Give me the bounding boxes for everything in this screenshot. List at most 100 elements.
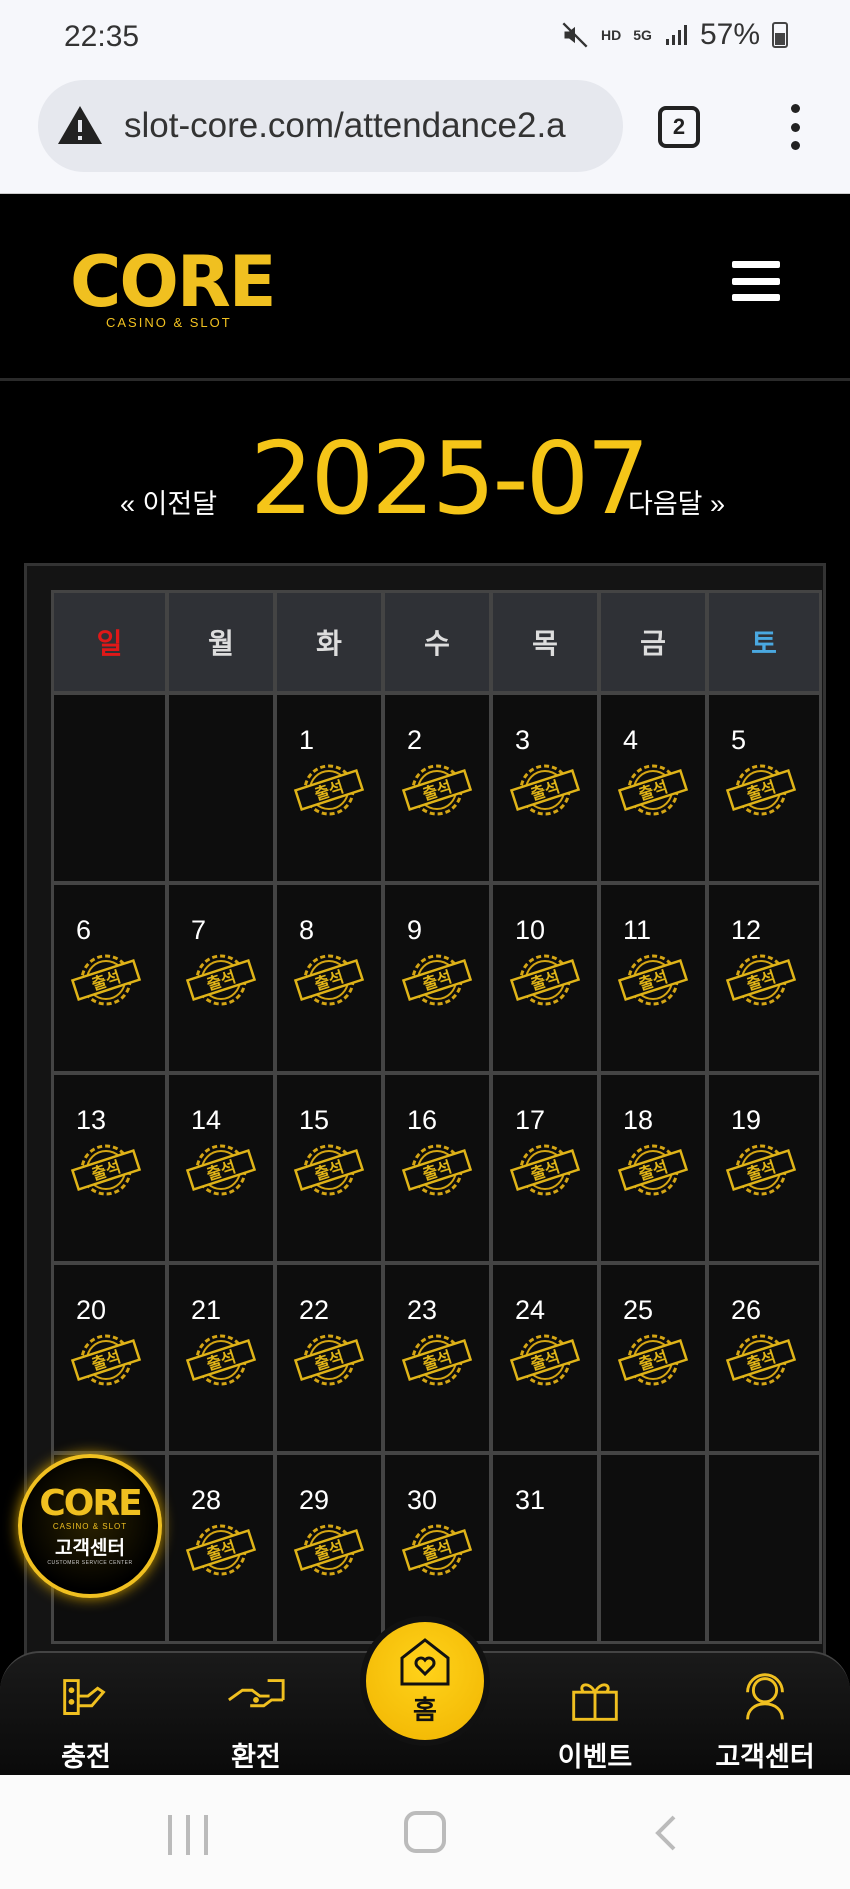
signal-icon <box>665 25 687 45</box>
next-month-link[interactable]: 다음달 » <box>628 482 725 521</box>
calendar-day-cell[interactable]: 15 출석 <box>277 1075 381 1261</box>
weekday-sat: 토 <box>709 593 819 691</box>
system-home-icon[interactable] <box>404 1811 446 1853</box>
stamp-label: 출석 <box>636 967 670 994</box>
attendance-stamp-icon: 출석 <box>399 1329 475 1391</box>
calendar-day-cell[interactable]: 4 출석 <box>601 695 705 881</box>
day-number: 5 <box>731 725 747 755</box>
weekday-tue: 화 <box>277 593 381 691</box>
day-number: 12 <box>731 915 762 945</box>
calendar-empty-cell <box>54 695 165 881</box>
calendar-day-cell[interactable]: 30 출석 <box>385 1455 489 1641</box>
customer-center-badge[interactable]: CORE CASINO & SLOT 고객센터 CUSTOMER SERVICE… <box>18 1454 162 1598</box>
url-text[interactable]: slot-core.com/attendance2.a <box>124 106 566 146</box>
address-bar[interactable]: slot-core.com/attendance2.a <box>38 80 623 172</box>
core-logo[interactable]: CORE CASINO & SLOT <box>70 247 290 330</box>
nav-deposit-label: 충전 <box>61 1742 111 1772</box>
stamp-label: 출석 <box>312 1157 346 1184</box>
recents-icon[interactable] <box>168 1815 208 1855</box>
stamp-label: 출석 <box>204 1347 238 1374</box>
calendar-day-cell[interactable]: 20 출석 <box>54 1265 165 1451</box>
weekday-sun: 일 <box>54 593 165 691</box>
calendar-day-cell[interactable]: 12 출석 <box>709 885 819 1071</box>
calendar-day-cell[interactable]: 19 출석 <box>709 1075 819 1261</box>
day-number: 25 <box>623 1295 654 1325</box>
day-number: 10 <box>515 915 546 945</box>
attendance-stamp-icon: 출석 <box>399 1139 475 1201</box>
calendar-day-cell[interactable]: 13 출석 <box>54 1075 165 1261</box>
calendar-day-cell[interactable]: 11 출석 <box>601 885 705 1071</box>
battery-icon <box>772 22 788 48</box>
headset-icon <box>746 1673 784 1720</box>
stamp-label: 출석 <box>528 777 562 804</box>
calendar-day-cell[interactable]: 3 출석 <box>493 695 597 881</box>
calendar-day-cell[interactable]: 2 출석 <box>385 695 489 881</box>
stamp-label: 출석 <box>89 1157 123 1184</box>
attendance-stamp-icon: 출석 <box>291 1139 367 1201</box>
stamp-label: 출석 <box>420 1347 454 1374</box>
day-number: 24 <box>515 1295 546 1325</box>
attendance-stamp-icon: 출석 <box>723 1329 799 1391</box>
calendar-day-cell[interactable]: 9 출석 <box>385 885 489 1071</box>
attendance-stamp-icon: 출석 <box>291 1329 367 1391</box>
calendar-day-cell[interactable]: 5 출석 <box>709 695 819 881</box>
stamp-label: 출석 <box>89 1347 123 1374</box>
home-button[interactable]: 홈 <box>360 1616 490 1746</box>
day-number: 20 <box>76 1295 107 1325</box>
calendar-day-cell[interactable]: 21 출석 <box>169 1265 273 1451</box>
calendar-day-cell[interactable]: 22 출석 <box>277 1265 381 1451</box>
nav-withdraw-label: 환전 <box>231 1742 281 1772</box>
nav-support[interactable]: 고객센터 <box>705 1667 825 1774</box>
site-header: CORE CASINO & SLOT <box>0 195 850 381</box>
nav-withdraw[interactable]: 환전 <box>196 1667 316 1774</box>
calendar-day-cell[interactable]: 7 출석 <box>169 885 273 1071</box>
battery-percent: 57% <box>699 18 760 51</box>
attendance-stamp-icon: 출석 <box>291 949 367 1011</box>
calendar-day-cell[interactable]: 18 출석 <box>601 1075 705 1261</box>
calendar-day-cell[interactable]: 17 출석 <box>493 1075 597 1261</box>
attendance-stamp-icon: 출석 <box>291 1519 367 1581</box>
attendance-stamp-icon: 출석 <box>291 759 367 821</box>
home-label: 홈 <box>413 1694 437 1725</box>
attendance-stamp-icon: 출석 <box>615 759 691 821</box>
prev-month-link[interactable]: « 이전달 <box>120 482 217 521</box>
day-number: 16 <box>407 1105 438 1135</box>
attendance-stamp-icon: 출석 <box>507 759 583 821</box>
calendar-day-cell[interactable]: 6 출석 <box>54 885 165 1071</box>
tab-switcher-button[interactable]: 2 <box>658 106 700 148</box>
stamp-label: 출석 <box>420 1157 454 1184</box>
day-number: 2 <box>407 725 423 755</box>
back-icon[interactable] <box>650 1813 680 1853</box>
attendance-stamp-icon: 출석 <box>183 1519 259 1581</box>
calendar-day-cell[interactable]: 25 출석 <box>601 1265 705 1451</box>
nav-deposit[interactable]: 충전 <box>26 1667 146 1774</box>
home-heart-icon <box>400 1637 450 1685</box>
stamp-label: 출석 <box>744 777 778 804</box>
calendar-day-cell[interactable]: 14 출석 <box>169 1075 273 1261</box>
day-number: 21 <box>191 1295 222 1325</box>
hamburger-menu-icon[interactable] <box>732 261 780 301</box>
day-number: 19 <box>731 1105 762 1135</box>
calendar-day-cell[interactable]: 8 출석 <box>277 885 381 1071</box>
nav-event-label: 이벤트 <box>557 1742 633 1772</box>
calendar-day-cell[interactable]: 10 출석 <box>493 885 597 1071</box>
calendar-day-cell[interactable]: 24 출석 <box>493 1265 597 1451</box>
stamp-label: 출석 <box>636 1347 670 1374</box>
calendar-day-cell[interactable]: 29 출석 <box>277 1455 381 1641</box>
calendar-day-cell[interactable]: 28 출석 <box>169 1455 273 1641</box>
attendance-stamp-icon: 출석 <box>507 1139 583 1201</box>
stamp-label: 출석 <box>312 967 346 994</box>
day-number: 6 <box>76 915 92 945</box>
browser-menu-button[interactable] <box>780 104 810 150</box>
warning-icon[interactable] <box>56 102 104 150</box>
stamp-label: 출석 <box>744 1157 778 1184</box>
calendar-day-cell[interactable]: 31 <box>493 1455 597 1641</box>
calendar-day-cell[interactable]: 16 출석 <box>385 1075 489 1261</box>
calendar-day-cell[interactable]: 23 출석 <box>385 1265 489 1451</box>
stamp-label: 출석 <box>636 1157 670 1184</box>
day-number: 15 <box>299 1105 330 1135</box>
nav-event[interactable]: 이벤트 <box>535 1667 655 1774</box>
calendar-day-cell[interactable]: 26 출석 <box>709 1265 819 1451</box>
calendar-day-cell[interactable]: 1 출석 <box>277 695 381 881</box>
stamp-label: 출석 <box>528 1157 562 1184</box>
